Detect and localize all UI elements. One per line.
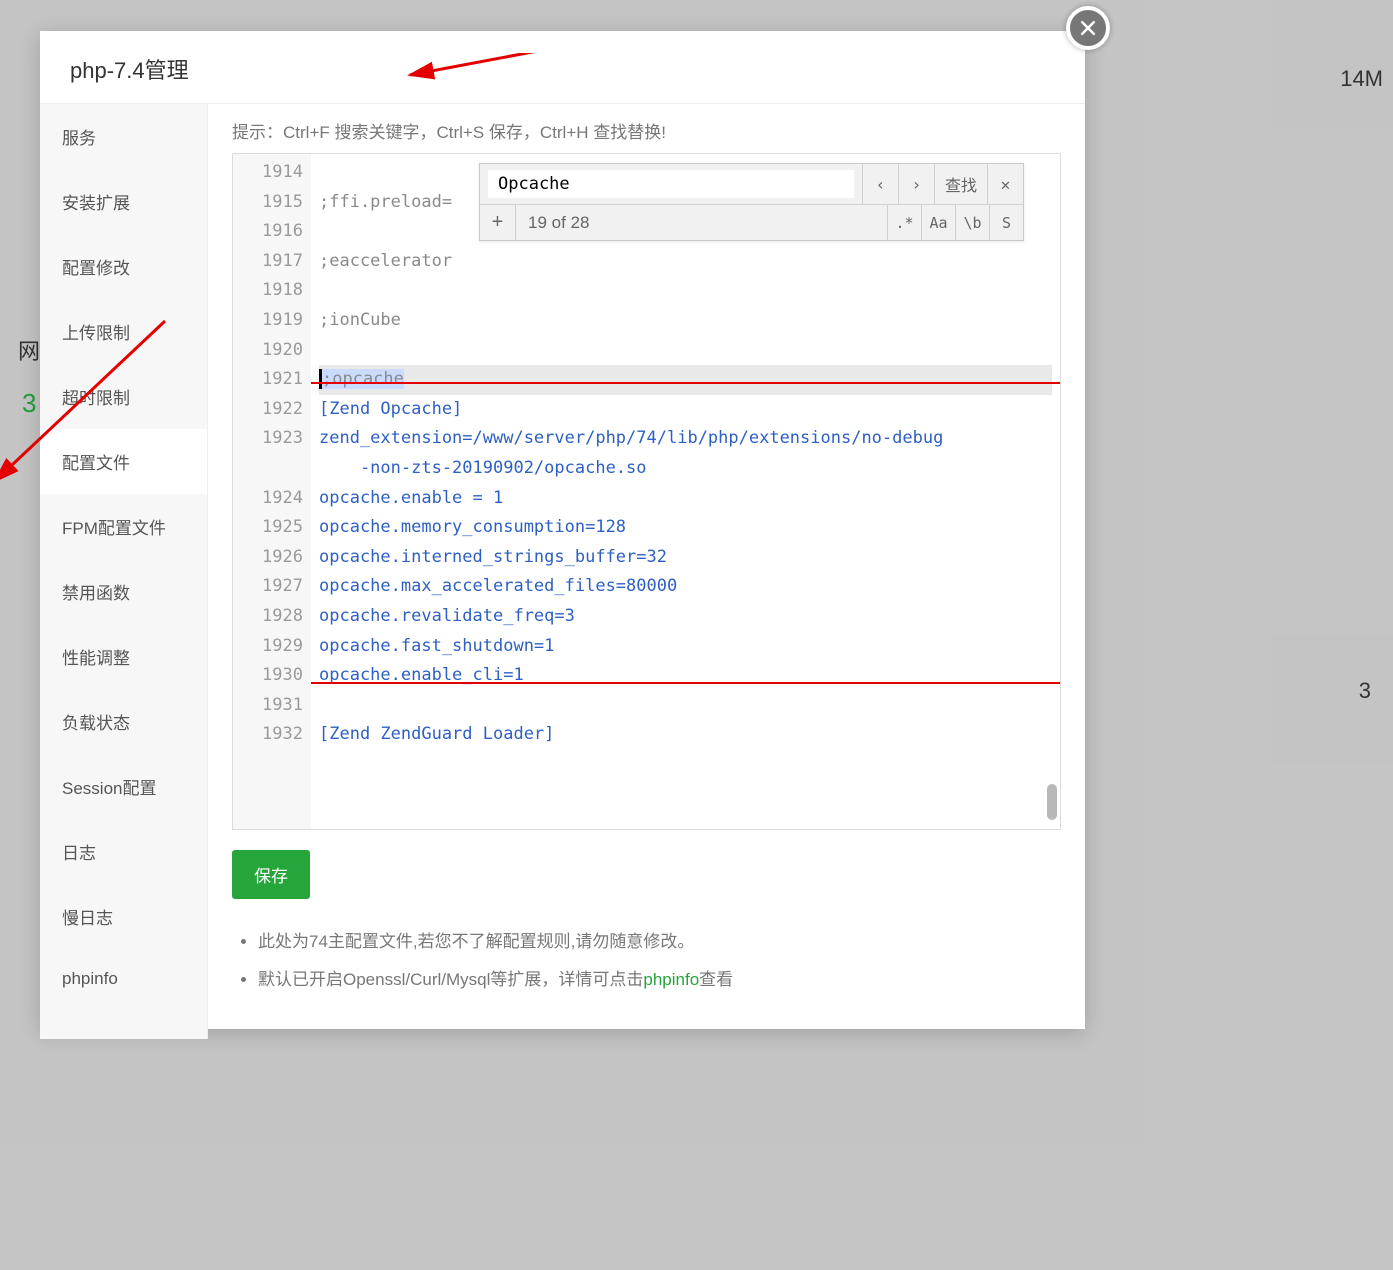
search-input[interactable] — [488, 170, 854, 198]
sidebar-item-12[interactable]: 慢日志 — [40, 884, 207, 949]
sidebar-item-0[interactable]: 服务 — [40, 104, 207, 169]
notes-list: 此处为74主配置文件,若您不了解配置规则,请勿随意修改。 默认已开启Openss… — [232, 923, 1061, 998]
code-line[interactable] — [319, 276, 1052, 306]
plus-icon: + — [492, 211, 504, 234]
code-line[interactable]: opcache.max_accelerated_files=80000 — [319, 572, 1052, 602]
code-line[interactable]: opcache.enable = 1 — [319, 484, 1052, 514]
expand-replace-button[interactable]: + — [480, 205, 516, 240]
scrollbar-thumb[interactable] — [1047, 784, 1057, 820]
close-icon — [1078, 18, 1098, 38]
code-line[interactable]: zend_extension=/www/server/php/74/lib/ph… — [319, 424, 1052, 454]
line-gutter: 1914191519161917191819191920192119221923… — [233, 154, 311, 829]
sidebar-item-9[interactable]: 负载状态 — [40, 689, 207, 754]
sidebar-item-3[interactable]: 上传限制 — [40, 299, 207, 364]
php-manage-dialog: php-7.4管理 服务安装扩展配置修改上传限制超时限制配置文件FPM配置文件禁… — [40, 31, 1085, 1029]
find-prev-button[interactable]: ‹ — [862, 164, 898, 204]
bg-fragment: 3 — [22, 388, 36, 419]
code-line[interactable]: ;eaccelerator — [319, 247, 1052, 277]
sidebar-item-10[interactable]: Session配置 — [40, 754, 207, 819]
match-counter: 19 of 28 — [516, 205, 887, 240]
regex-toggle[interactable]: .* — [887, 205, 921, 240]
content-pane: 提示：Ctrl+F 搜索关键字，Ctrl+S 保存，Ctrl+H 查找替换! 1… — [208, 103, 1085, 1039]
note-item: 此处为74主配置文件,若您不了解配置规则,请勿随意修改。 — [258, 923, 1061, 960]
sidebar-item-2[interactable]: 配置修改 — [40, 234, 207, 299]
note-text: 默认已开启Openssl/Curl/Mysql等扩展，详情可点击 — [258, 970, 643, 989]
code-line[interactable]: opcache.fast_shutdown=1 — [319, 632, 1052, 662]
close-button[interactable] — [1066, 6, 1110, 50]
code-line[interactable]: [Zend Opcache] — [319, 395, 1052, 425]
code-line[interactable]: ;opcache — [319, 365, 1052, 395]
hint-text: 提示：Ctrl+F 搜索关键字，Ctrl+S 保存，Ctrl+H 查找替换! — [232, 118, 1061, 143]
dialog-title: php-7.4管理 — [40, 31, 1085, 85]
sidebar: 服务安装扩展配置修改上传限制超时限制配置文件FPM配置文件禁用函数性能调整负载状… — [40, 103, 208, 1039]
sidebar-item-4[interactable]: 超时限制 — [40, 364, 207, 429]
phpinfo-link[interactable]: phpinfo — [643, 970, 699, 989]
bg-fragment: 3 — [1359, 678, 1371, 704]
case-toggle[interactable]: Aa — [921, 205, 955, 240]
bg-fragment: 14M — [1340, 66, 1383, 92]
sidebar-item-13[interactable]: phpinfo — [40, 949, 207, 1009]
bg-fragment: 网 — [18, 334, 40, 366]
code-line[interactable]: opcache.revalidate_freq=3 — [319, 602, 1052, 632]
code-line[interactable] — [319, 691, 1052, 721]
code-line[interactable]: -non-zts-20190902/opcache.so — [319, 454, 1052, 484]
code-area[interactable]: ;ffi.preload=;eaccelerator;ionCube;opcac… — [311, 154, 1060, 829]
code-editor[interactable]: 1914191519161917191819191920192119221923… — [232, 153, 1061, 830]
find-button[interactable]: 查找 — [934, 164, 987, 204]
note-item: 默认已开启Openssl/Curl/Mysql等扩展，详情可点击phpinfo查… — [258, 961, 1061, 998]
find-close-button[interactable]: ✕ — [987, 164, 1023, 204]
chevron-left-icon: ‹ — [876, 175, 886, 194]
close-icon: ✕ — [1001, 175, 1011, 194]
sidebar-item-7[interactable]: 禁用函数 — [40, 559, 207, 624]
save-button[interactable]: 保存 — [232, 850, 310, 899]
vertical-scrollbar[interactable] — [1047, 157, 1057, 826]
code-line[interactable]: [Zend ZendGuard Loader] — [319, 720, 1052, 750]
code-line[interactable]: opcache.memory_consumption=128 — [319, 513, 1052, 543]
sidebar-item-8[interactable]: 性能调整 — [40, 624, 207, 689]
code-line[interactable]: opcache.interned_strings_buffer=32 — [319, 543, 1052, 573]
wholeword-toggle[interactable]: \b — [955, 205, 989, 240]
sidebar-item-11[interactable]: 日志 — [40, 819, 207, 884]
sidebar-item-6[interactable]: FPM配置文件 — [40, 494, 207, 559]
in-selection-toggle[interactable]: S — [989, 205, 1023, 240]
note-text: 查看 — [699, 970, 733, 989]
chevron-right-icon: › — [912, 175, 922, 194]
code-line[interactable]: opcache.enable_cli=1 — [319, 661, 1052, 691]
code-line[interactable]: ;ionCube — [319, 306, 1052, 336]
sidebar-item-1[interactable]: 安装扩展 — [40, 169, 207, 234]
find-panel: ‹ › 查找 ✕ + 19 of 28 .* Aa \b S — [479, 163, 1024, 241]
code-line[interactable] — [319, 336, 1052, 366]
sidebar-item-5[interactable]: 配置文件 — [40, 429, 207, 494]
find-next-button[interactable]: › — [898, 164, 934, 204]
